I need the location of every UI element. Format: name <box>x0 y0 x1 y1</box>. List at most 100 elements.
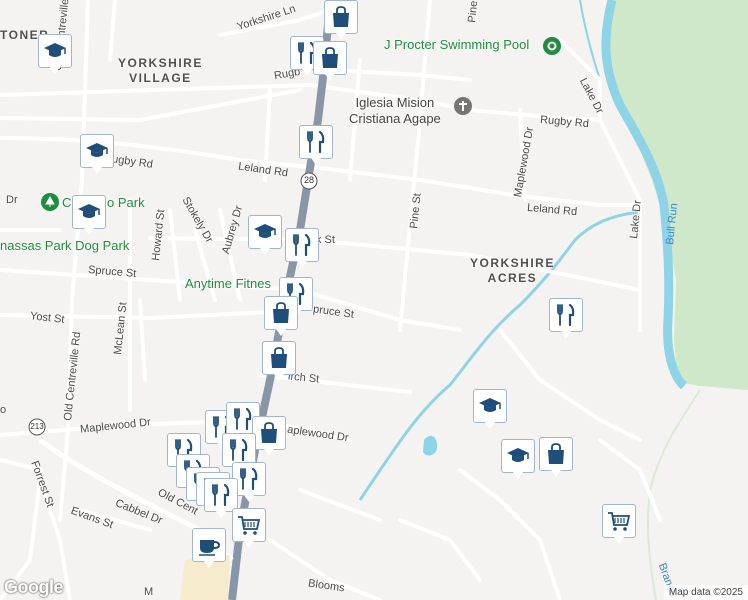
marker-box <box>324 0 358 34</box>
fork-knife-icon <box>226 437 252 463</box>
poi-label-church-line1: Iglesia Mision <box>355 95 435 110</box>
school-marker[interactable] <box>72 195 106 235</box>
marker-box <box>285 228 319 262</box>
marker-box <box>38 34 72 68</box>
grocery-marker[interactable] <box>602 504 636 544</box>
map-attribution[interactable]: Map data ©2025 <box>663 585 748 600</box>
marker-tip <box>614 537 624 544</box>
area-label-line: VILLAGE <box>129 71 192 85</box>
marker-box <box>539 437 573 471</box>
street-label-o-partial: o <box>0 404 7 416</box>
marker-box <box>204 478 238 512</box>
marker-tip <box>561 331 571 338</box>
shopping-marker[interactable] <box>324 0 358 40</box>
graduation-cap-icon <box>252 219 278 245</box>
cafe-marker[interactable] <box>192 528 226 568</box>
shopping-marker[interactable] <box>313 41 347 81</box>
restaurant-marker[interactable] <box>549 298 583 338</box>
graduation-cap-icon <box>76 199 102 225</box>
marker-tip <box>302 69 312 76</box>
poi-label-park-prefix[interactable]: C <box>62 195 71 210</box>
shopping-marker[interactable] <box>539 437 573 477</box>
area-label-yorkshire-acres: YORKSHIRE ACRES <box>470 256 555 286</box>
coffee-cup-icon <box>196 532 222 558</box>
google-logo: Google <box>4 577 64 597</box>
graduation-cap-icon <box>477 393 503 419</box>
shopping-cart-icon <box>236 512 262 538</box>
fork-knife-icon <box>303 129 329 155</box>
marker-tip <box>264 449 274 456</box>
marker-box <box>473 389 507 423</box>
poi-label-church-line2: Cristiana Agape <box>349 111 441 126</box>
pool-icon[interactable] <box>543 37 561 55</box>
route-shield-213: 213 <box>28 418 46 436</box>
area-label-yorkshire-village: YORKSHIRE VILLAGE <box>118 56 203 86</box>
church-icon[interactable] <box>454 97 472 115</box>
poi-label-swimming-pool[interactable]: J Procter Swimming Pool <box>384 37 529 52</box>
shopping-marker[interactable] <box>262 341 296 381</box>
school-marker[interactable] <box>473 389 507 429</box>
marker-tip <box>244 495 254 502</box>
route-shield-number: 213 <box>30 422 44 431</box>
marker-tip <box>276 329 286 336</box>
street-label-m-partial: M <box>144 586 154 598</box>
route-shield-number: 28 <box>303 175 314 185</box>
shopping-marker[interactable] <box>252 416 286 456</box>
marker-box <box>501 439 535 473</box>
marker-tip <box>325 74 335 81</box>
poi-label-church[interactable]: Iglesia Mision Cristiana Agape <box>349 95 441 127</box>
marker-tip <box>244 541 254 548</box>
marker-tip <box>274 374 284 381</box>
marker-box <box>602 504 636 538</box>
marker-tip <box>84 228 94 235</box>
marker-box <box>192 528 226 562</box>
marker-box <box>313 41 347 75</box>
shopping-cart-icon <box>606 508 632 534</box>
shopping-marker[interactable] <box>264 296 298 336</box>
map-canvas[interactable]: YORKSHIRE VILLAGE YORKSHIRE ACRES TONER … <box>0 0 748 600</box>
fork-knife-icon <box>289 232 315 258</box>
marker-box <box>80 134 114 168</box>
marker-tip <box>336 33 346 40</box>
area-label-line: ACRES <box>487 271 538 285</box>
poi-label-park[interactable]: o Park <box>107 195 145 210</box>
marker-tip <box>216 511 226 518</box>
marker-box <box>72 195 106 229</box>
graduation-cap-icon <box>505 443 531 469</box>
graduation-cap-icon <box>84 138 110 164</box>
grocery-marker[interactable] <box>232 508 266 548</box>
poi-label-dog-park[interactable]: nassas Park Dog Park <box>0 238 129 253</box>
marker-tip <box>204 561 214 568</box>
restaurant-marker[interactable] <box>285 228 319 268</box>
school-marker[interactable] <box>38 34 72 74</box>
marker-box <box>262 341 296 375</box>
marker-box <box>299 125 333 159</box>
route-shield-28: 28 <box>300 172 318 190</box>
school-marker[interactable] <box>501 439 535 479</box>
marker-tip <box>311 158 321 165</box>
marker-tip <box>50 67 60 74</box>
marker-box <box>264 296 298 330</box>
marker-box <box>549 298 583 332</box>
restaurant-marker[interactable] <box>299 125 333 165</box>
school-marker[interactable] <box>80 134 114 174</box>
shopping-bag-icon <box>256 420 282 446</box>
marker-box <box>252 416 286 450</box>
graduation-cap-icon <box>42 38 68 64</box>
park-tree-icon[interactable] <box>41 193 59 211</box>
poi-label-fitness[interactable]: Anytime Fitnes <box>185 276 271 291</box>
fork-knife-icon <box>208 482 234 508</box>
shopping-bag-icon <box>328 4 354 30</box>
marker-tip <box>513 472 523 479</box>
marker-tip <box>92 167 102 174</box>
fork-knife-icon <box>553 302 579 328</box>
area-label-line: YORKSHIRE <box>118 56 203 70</box>
shopping-bag-icon <box>317 45 343 71</box>
marker-tip <box>260 248 270 255</box>
street-label-pine-top: Pine <box>466 0 481 24</box>
marker-box <box>232 508 266 542</box>
marker-tip <box>485 422 495 429</box>
marker-tip <box>551 470 561 477</box>
shopping-bag-icon <box>543 441 569 467</box>
school-marker[interactable] <box>248 215 282 255</box>
